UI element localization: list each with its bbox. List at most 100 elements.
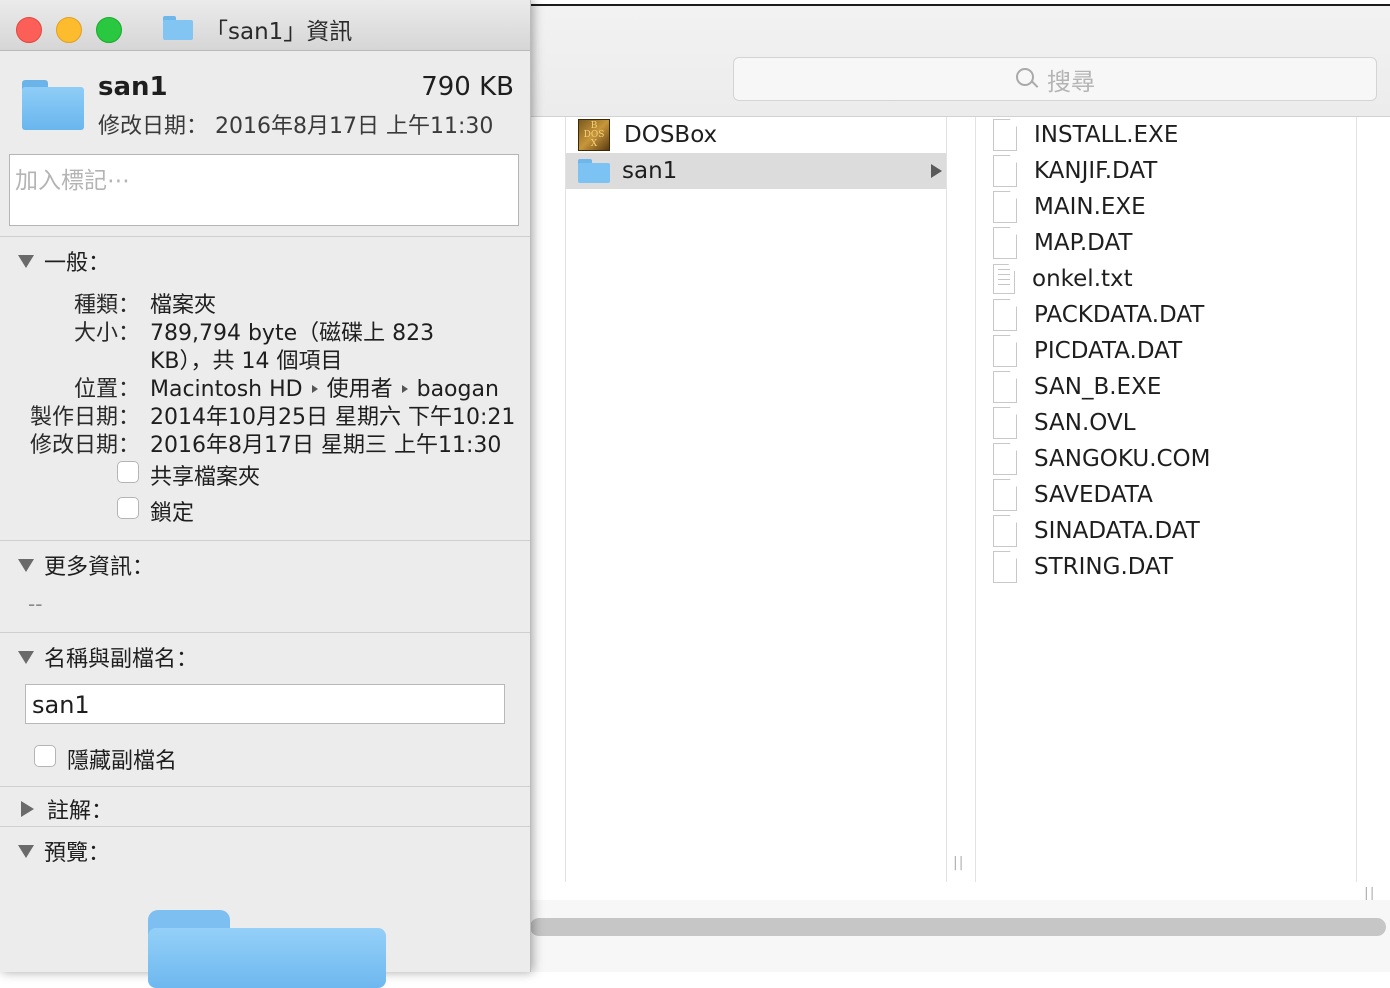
close-button[interactable] [16,17,42,43]
list-item[interactable]: SAN_B.EXE [976,369,1356,405]
section-title: 更多資訊： [44,555,155,580]
section-general-toggle[interactable]: 一般： [18,245,110,277]
section-preview-toggle[interactable]: 預覽： [18,835,110,867]
divider [0,540,530,541]
column-resize-handle[interactable]: || [953,855,964,871]
document-icon [993,227,1017,259]
document-icon [993,155,1017,187]
file-name: STRING.DAT [1034,554,1174,580]
tags-field[interactable]: 加入標記⋯ [9,154,519,226]
divider [0,632,530,633]
item-name: san1 [98,72,168,102]
list-item[interactable]: KANJIF.DAT [976,153,1356,189]
section-title: 預覽： [44,841,111,866]
document-icon [993,371,1017,403]
document-icon [993,515,1017,547]
locked-checkbox[interactable] [117,497,139,519]
divider [0,826,530,827]
document-icon [993,299,1017,331]
text-document-icon [993,264,1015,294]
modified-value: 2016年8月17日 星期三 上午11:30 [150,433,502,458]
file-name: PACKDATA.DAT [1034,302,1205,328]
get-info-window: 「san1」資訊 san1 790 KB 修改日期： 2016年8月17日 上午… [0,0,531,988]
file-name: PICDATA.DAT [1034,338,1183,364]
divider [0,236,530,237]
disclosure-triangle-icon [18,558,34,572]
finder-bottom-area [530,900,1390,972]
document-icon [993,335,1017,367]
minimize-button[interactable] [56,17,82,43]
item-label: san1 [622,158,678,184]
file-name: MAIN.EXE [1034,194,1146,220]
tags-placeholder: 加入標記⋯ [15,168,130,194]
modified-label: 修改日期： [29,433,140,458]
more-info-value: -- [28,592,43,616]
item-label: DOSBox [624,122,718,148]
section-more-info-toggle[interactable]: 更多資訊： [18,549,154,581]
folder-preview-icon [148,910,386,988]
document-icon [993,407,1017,439]
column-files: INSTALL.EXE KANJIF.DAT MAIN.EXE MAP.DAT … [975,117,1357,882]
section-comments-toggle[interactable]: 註解： [18,793,113,825]
document-icon [993,443,1017,475]
folder-icon [22,80,84,130]
search-icon [1015,67,1039,91]
name-input[interactable]: san1 [25,684,505,724]
list-item[interactable]: MAIN.EXE [976,189,1356,225]
search-field[interactable]: 搜尋 [733,57,1377,101]
file-name: INSTALL.EXE [1034,122,1179,148]
document-icon [993,479,1017,511]
list-item[interactable]: SAVEDATA [976,477,1356,513]
list-item[interactable]: STRING.DAT [976,549,1356,585]
item-size: 790 KB [421,72,514,102]
file-name: SAN_B.EXE [1034,374,1162,400]
disclosure-triangle-icon [21,801,34,817]
disclosure-triangle-icon [18,650,34,664]
section-title: 一般： [44,251,111,276]
disclosure-triangle-icon [18,254,34,268]
column-parent [530,117,566,882]
modified-summary: 修改日期： 2016年8月17日 上午11:30 [98,114,494,139]
zoom-button[interactable] [96,17,122,43]
column-folder: B DOS X DOSBox san1 [566,117,947,882]
path-arrow-icon [401,384,408,393]
file-name: KANJIF.DAT [1034,158,1158,184]
window-title: 「san1」資訊 [205,19,353,45]
list-item[interactable]: SINADATA.DAT [976,513,1356,549]
list-item[interactable]: SANGOKU.COM [976,441,1356,477]
locked-label[interactable]: 鎖定 [150,495,194,527]
file-name: SAVEDATA [1034,482,1153,508]
size-label: 大小： [73,321,140,346]
shared-folder-checkbox[interactable] [117,461,139,483]
file-name: SINADATA.DAT [1034,518,1200,544]
list-item[interactable]: MAP.DAT [976,225,1356,261]
document-icon [993,191,1017,223]
section-title: 名稱與副檔名： [44,647,199,672]
hide-extension-checkbox[interactable] [34,745,56,767]
section-name-extension-toggle[interactable]: 名稱與副檔名： [18,641,198,673]
document-icon [993,119,1017,151]
disclosure-arrow-icon [931,164,942,178]
dosbox-app-icon: B DOS X [578,119,610,151]
divider [0,786,530,787]
file-name: MAP.DAT [1034,230,1133,256]
column-divider[interactable]: || [947,117,975,882]
list-item[interactable]: PICDATA.DAT [976,333,1356,369]
list-item[interactable]: PACKDATA.DAT [976,297,1356,333]
horizontal-scrollbar[interactable] [530,918,1386,936]
title-bar[interactable]: 「san1」資訊 [0,0,530,51]
folder-icon [163,16,193,40]
list-item[interactable]: SAN.OVL [976,405,1356,441]
section-title: 註解： [47,799,114,824]
list-item[interactable]: INSTALL.EXE [976,117,1356,153]
search-placeholder: 搜尋 [1047,67,1095,96]
list-item[interactable]: onkel.txt [976,261,1356,297]
folder-icon [578,159,610,183]
list-item-dosbox[interactable]: B DOS X DOSBox [566,117,946,153]
hide-extension-label[interactable]: 隱藏副檔名 [67,743,177,775]
shared-folder-label[interactable]: 共享檔案夾 [150,459,260,491]
file-name: SAN.OVL [1034,410,1136,436]
file-name: onkel.txt [1032,266,1133,292]
list-item-san1[interactable]: san1 [566,153,946,189]
disclosure-triangle-icon [18,844,34,858]
